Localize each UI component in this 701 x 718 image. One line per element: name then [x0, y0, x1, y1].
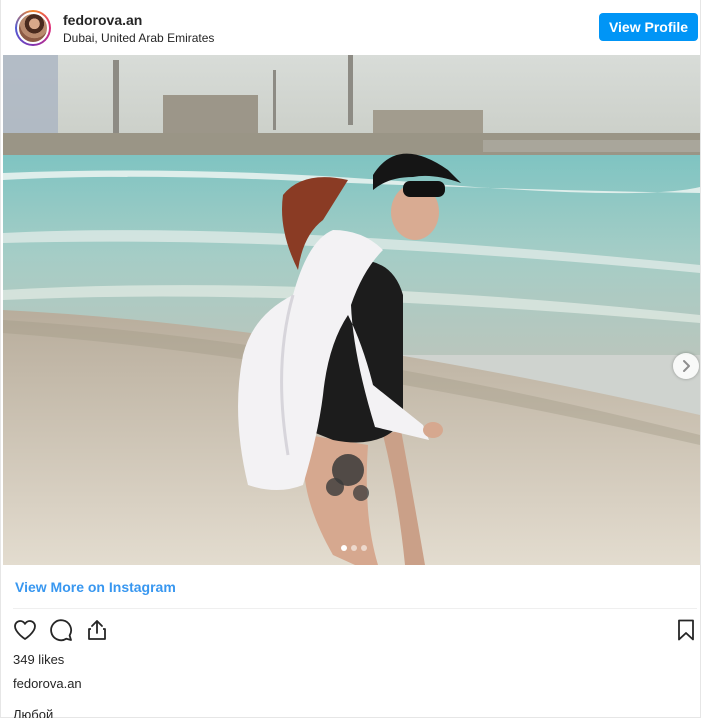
carousel-dot	[361, 545, 367, 551]
username[interactable]: fedorova.an	[63, 12, 142, 28]
view-profile-button[interactable]: View Profile	[599, 13, 698, 41]
carousel-indicator	[341, 545, 367, 551]
caption-text: Любой	[13, 707, 54, 718]
bookmark-icon	[678, 619, 694, 641]
beach-photo-illustration	[3, 55, 700, 565]
comment-icon	[50, 619, 72, 642]
carousel-dot-active	[341, 545, 347, 551]
carousel-dot	[351, 545, 357, 551]
post-header: fedorova.an Dubai, United Arab Emirates …	[1, 0, 701, 55]
next-slide-button[interactable]	[673, 353, 699, 379]
comment-button[interactable]	[48, 617, 74, 643]
save-button[interactable]	[673, 617, 699, 643]
share-button[interactable]	[84, 617, 110, 643]
share-icon	[88, 620, 106, 640]
location-label[interactable]: Dubai, United Arab Emirates	[63, 31, 214, 45]
caption-username[interactable]: fedorova.an	[13, 676, 82, 691]
heart-icon	[14, 620, 36, 640]
like-button[interactable]	[12, 617, 38, 643]
chevron-right-icon	[683, 360, 690, 372]
view-more-link[interactable]: View More on Instagram	[15, 579, 176, 595]
avatar-image	[17, 12, 49, 44]
likes-count[interactable]: 349 likes	[13, 652, 64, 667]
instagram-embed-card: fedorova.an Dubai, United Arab Emirates …	[0, 0, 701, 718]
avatar[interactable]	[15, 10, 51, 46]
post-photo[interactable]	[3, 55, 700, 565]
divider	[13, 608, 697, 609]
